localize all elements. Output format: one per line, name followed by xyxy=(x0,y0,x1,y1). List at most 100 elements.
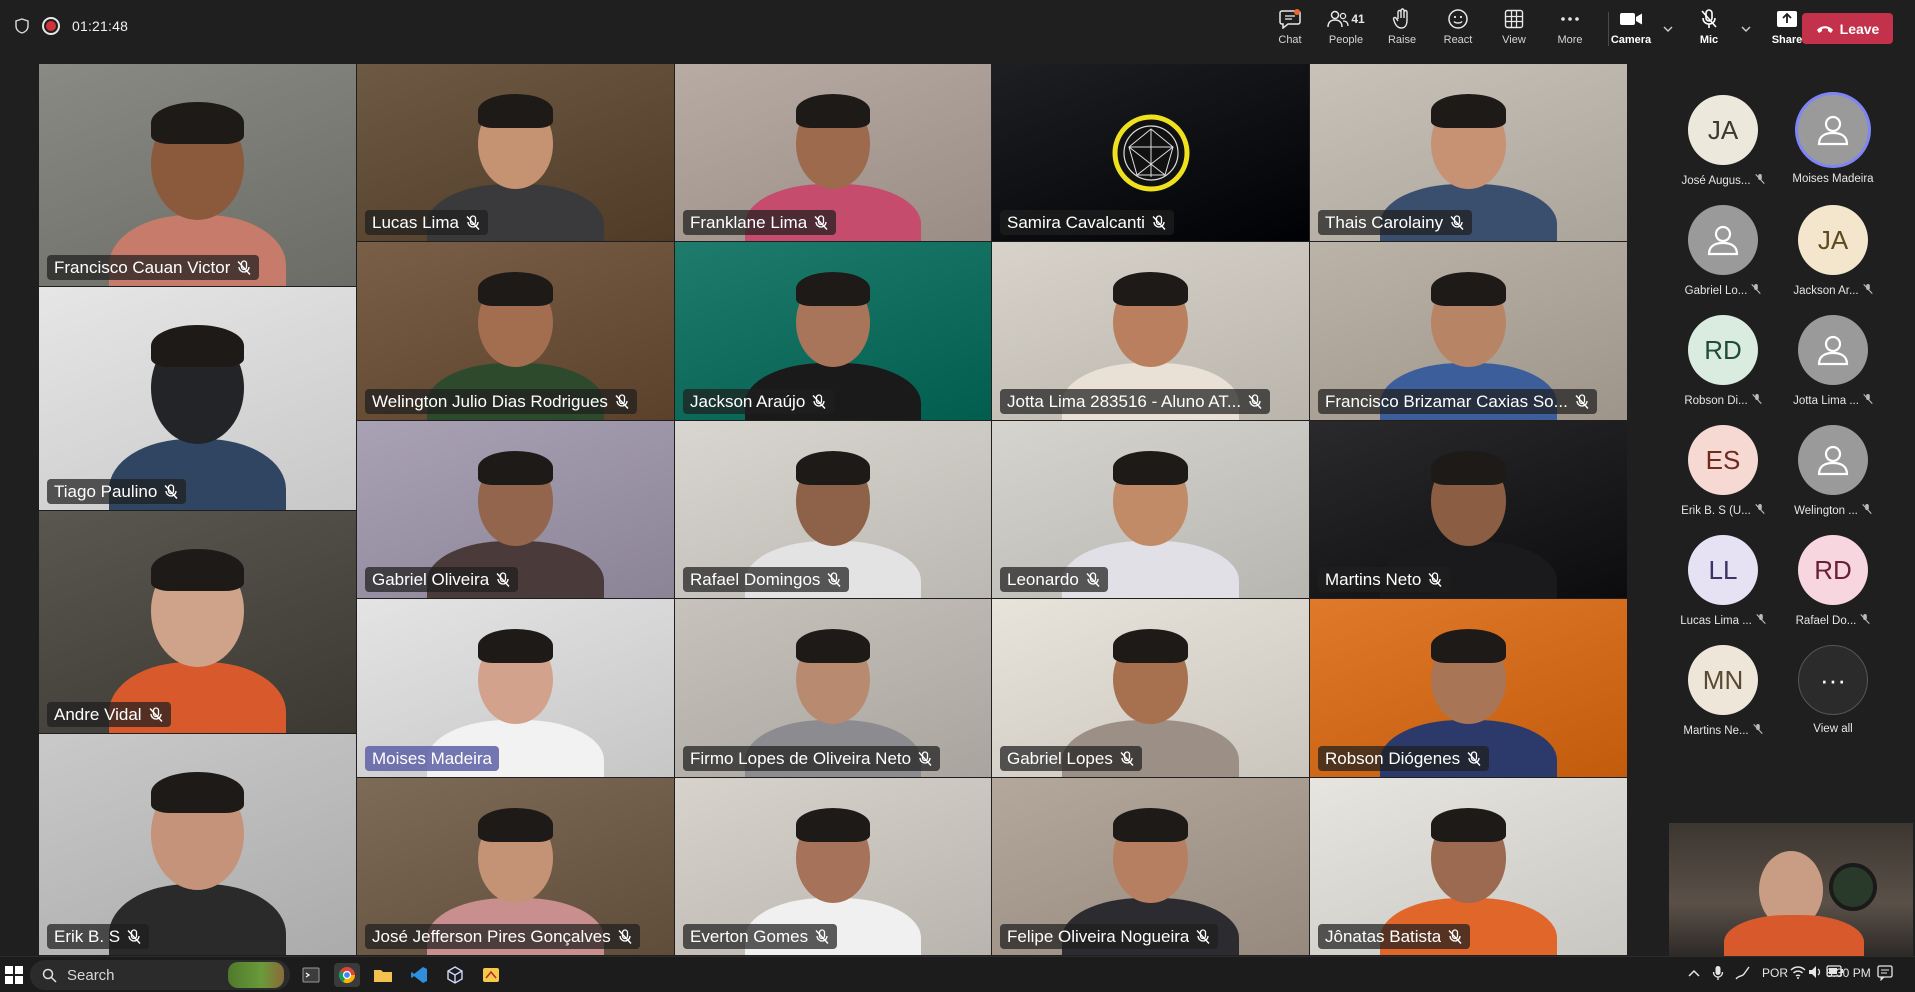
microphone-tray-icon[interactable] xyxy=(1712,965,1724,984)
roster-participant[interactable]: RD Rafael Do... xyxy=(1778,535,1888,635)
clock[interactable]: 8:30 PM xyxy=(1826,966,1871,980)
pen-tray-icon[interactable] xyxy=(1734,965,1752,984)
participant-name: Lucas Lima xyxy=(372,212,459,232)
view-all-button[interactable]: ··· View all xyxy=(1778,645,1888,745)
roster-participant[interactable]: Jotta Lima ... xyxy=(1778,315,1888,415)
participant-video-tile[interactable]: Erik B. S xyxy=(39,734,356,955)
participant-video-tile[interactable]: Lucas Lima xyxy=(357,64,674,241)
show-hidden-icons-chevron-icon[interactable] xyxy=(1688,966,1700,980)
participant-video-tile[interactable]: Martins Neto xyxy=(1310,421,1627,598)
participant-video-tile[interactable]: Franklane Lima xyxy=(675,64,991,241)
mic-muted-icon xyxy=(236,259,252,276)
participant-video-tile[interactable]: Gabriel Lopes xyxy=(992,599,1309,777)
mic-muted-icon xyxy=(1751,283,1762,298)
camera-button[interactable]: Camera xyxy=(1603,8,1659,50)
file-explorer-app-icon[interactable] xyxy=(370,963,396,987)
roster-name-row: Rafael Do... xyxy=(1778,613,1888,628)
participant-name: Martins Neto xyxy=(1325,569,1422,589)
chrome-app-icon[interactable] xyxy=(334,963,360,987)
sketch-app-icon[interactable] xyxy=(478,963,504,987)
mic-muted-icon xyxy=(813,214,829,231)
roster-name: Erik B. S (U... xyxy=(1681,504,1751,517)
raise-button[interactable]: Raise xyxy=(1374,8,1430,50)
participant-video-tile[interactable]: Francisco Cauan Victor xyxy=(39,64,356,286)
roster-participant[interactable]: JA Jackson Ar... xyxy=(1778,205,1888,305)
participant-video-tile[interactable]: Gabriel Oliveira xyxy=(357,421,674,598)
participant-hair xyxy=(795,451,871,485)
camera-options-chevron-icon[interactable] xyxy=(1659,8,1677,50)
roster-participant[interactable]: LL Lucas Lima ... xyxy=(1668,535,1778,635)
speaker-icon[interactable] xyxy=(1808,965,1824,982)
participant-hair xyxy=(1431,94,1506,128)
participant-video-tile[interactable]: Jackson Araújo xyxy=(675,242,991,420)
participant-video-tile[interactable]: Tiago Paulino xyxy=(39,287,356,510)
avatar-initials: JA xyxy=(1817,224,1849,255)
input-language[interactable]: POR xyxy=(1762,966,1788,980)
windows-taskbar: Search POR 8:30 PM xyxy=(0,956,1915,992)
participant-name: Tiago Paulino xyxy=(54,481,158,501)
mic-muted-icon xyxy=(1574,393,1590,410)
shield-icon[interactable] xyxy=(14,17,30,35)
roster-participant[interactable]: JA José Augus... xyxy=(1668,95,1778,195)
mic-muted-icon xyxy=(1755,503,1765,518)
roster-participant[interactable]: ES Erik B. S (U... xyxy=(1668,425,1778,525)
wifi-icon[interactable] xyxy=(1790,965,1806,982)
participant-video-tile[interactable]: Thais Carolainy xyxy=(1310,64,1627,241)
mic-label: Mic xyxy=(1699,34,1719,46)
people-button[interactable]: 41 People xyxy=(1318,8,1374,50)
participant-name-tag: Francisco Cauan Victor xyxy=(47,255,260,280)
participant-video-tile[interactable]: Samira Cavalcanti xyxy=(992,64,1309,241)
participant-video-tile[interactable]: Jotta Lima 283516 - Aluno AT... xyxy=(992,242,1309,420)
windows-start-icon[interactable] xyxy=(5,966,23,984)
participant-video-tile[interactable]: Welington Julio Dias Rodrigues xyxy=(357,242,674,420)
self-view-video[interactable] xyxy=(1669,823,1913,956)
react-button[interactable]: React xyxy=(1430,8,1486,50)
avatar-initials: ES xyxy=(1705,444,1741,475)
participant-video-tile[interactable]: Everton Gomes xyxy=(675,778,991,955)
participant-video-tile[interactable]: Robson Diógenes xyxy=(1310,599,1627,777)
roster-participant[interactable]: MN Martins Ne... xyxy=(1668,645,1778,745)
view-button[interactable]: View xyxy=(1486,8,1542,50)
participant-video-tile[interactable]: Leonardo xyxy=(992,421,1309,598)
taskbar-search[interactable]: Search xyxy=(30,960,290,990)
more-button[interactable]: More xyxy=(1542,8,1598,50)
roster-participant[interactable]: Welington ... xyxy=(1778,425,1888,525)
participant-video-tile[interactable]: Moises Madeira xyxy=(357,599,674,777)
notifications-icon[interactable] xyxy=(1877,965,1893,984)
leave-button[interactable]: Leave xyxy=(1802,13,1893,44)
participant-name-tag: Jônatas Batista xyxy=(1318,924,1471,949)
terminal-app-icon[interactable] xyxy=(298,963,324,987)
participant-video-tile[interactable]: Felipe Oliveira Nogueira xyxy=(992,778,1309,955)
mic-options-chevron-icon[interactable] xyxy=(1737,8,1755,50)
participant-video-tile[interactable]: José Jefferson Pires Gonçalves xyxy=(357,778,674,955)
participant-hair xyxy=(151,771,244,814)
meeting-toolbar: 01:21:48 Chat 41 People Raise React View More … xyxy=(0,0,1915,58)
participant-video-tile[interactable]: Francisco Brizamar Caxias So... xyxy=(1310,242,1627,420)
smiley-icon xyxy=(1447,8,1469,30)
roster-participant[interactable]: Gabriel Lo... xyxy=(1668,205,1778,305)
participant-video-tile[interactable]: Firmo Lopes de Oliveira Neto xyxy=(675,599,991,777)
participant-name-tag: Gabriel Oliveira xyxy=(365,567,519,592)
view-label: View xyxy=(1502,34,1526,46)
more-icon xyxy=(1560,8,1580,30)
roster-name: Moises Madeira xyxy=(1792,173,1874,185)
vscode-app-icon[interactable] xyxy=(406,963,432,987)
participant-video-tile[interactable]: Jônatas Batista xyxy=(1310,778,1627,955)
participant-video-tile[interactable]: Rafael Domingos xyxy=(675,421,991,598)
roster-name-row: Moises Madeira xyxy=(1778,173,1888,185)
network-globe-logo-icon xyxy=(1111,113,1191,193)
avatar xyxy=(1798,425,1868,495)
participant-hair xyxy=(1113,272,1188,306)
search-icon xyxy=(42,968,57,983)
mic-button[interactable]: Mic xyxy=(1681,8,1737,50)
avatar-initials: JA xyxy=(1707,114,1739,145)
avatar-initials: MN xyxy=(1702,664,1744,695)
cube-app-icon[interactable] xyxy=(442,963,468,987)
participant-hair xyxy=(1431,629,1506,663)
participant-video-tile[interactable]: Andre Vidal xyxy=(39,511,356,733)
chat-button[interactable]: Chat xyxy=(1262,8,1318,50)
roster-participant[interactable]: Moises Madeira xyxy=(1778,95,1888,195)
roster-participant[interactable]: RD Robson Di... xyxy=(1668,315,1778,415)
participant-name: Leonardo xyxy=(1007,569,1079,589)
participant-name-tag: Felipe Oliveira Nogueira xyxy=(1000,924,1219,949)
